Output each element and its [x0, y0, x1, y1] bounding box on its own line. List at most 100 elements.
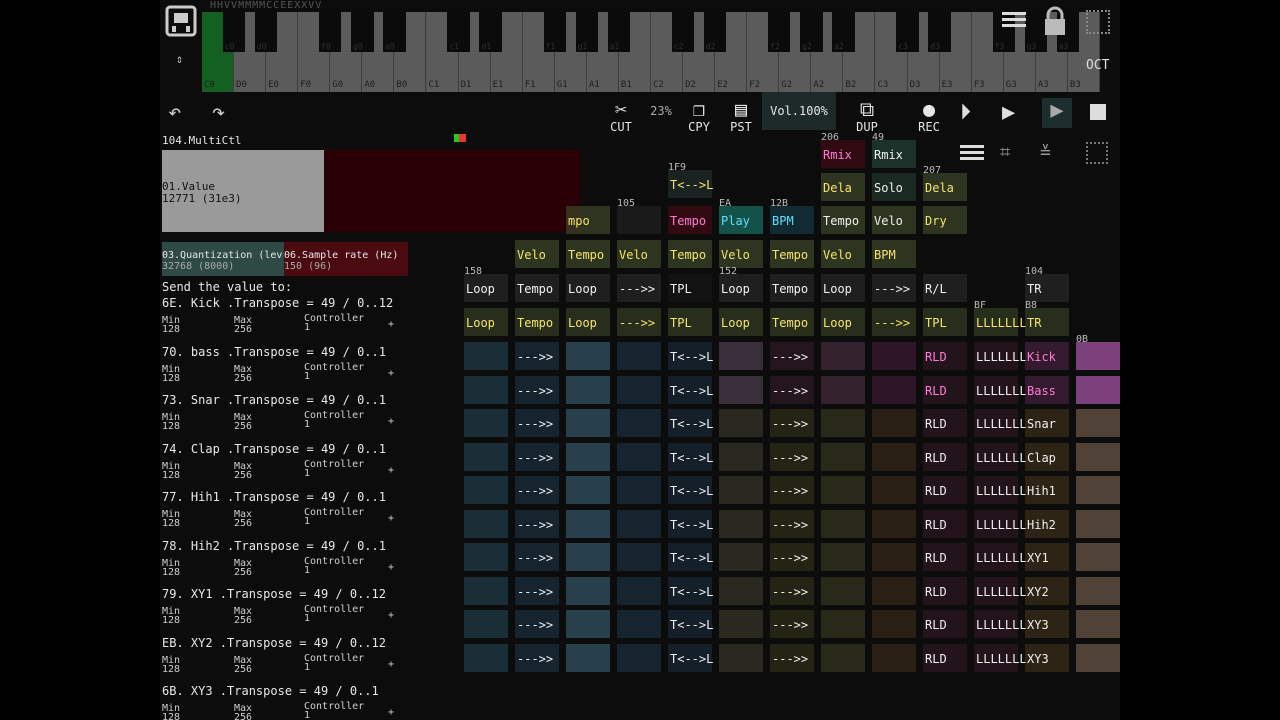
module-cell[interactable]: BPM [872, 240, 916, 268]
module-cell[interactable]: XY1 [1025, 543, 1069, 571]
module-cell[interactable]: B8 TR [1025, 300, 1069, 336]
module-cell[interactable] [1076, 509, 1120, 538]
module-cell[interactable]: EA Play [719, 198, 763, 234]
module-cell[interactable] [566, 576, 610, 605]
module-cell[interactable]: Kick [1025, 342, 1069, 370]
module-cell[interactable]: Loop [821, 274, 865, 302]
module-cell[interactable]: Velo [872, 206, 916, 234]
module-cell[interactable]: XY3 [1025, 610, 1069, 638]
controller-label[interactable]: Controller [304, 362, 364, 372]
module-cell[interactable]: Snar [1025, 409, 1069, 437]
max-value[interactable]: 256 [234, 616, 252, 626]
module-cell[interactable] [1076, 476, 1120, 504]
module-cell[interactable]: --->> [770, 643, 814, 672]
min-value[interactable]: 128 [162, 664, 180, 674]
value-slider[interactable]: 01.Value 12771 (31e3) [162, 150, 324, 232]
max-value[interactable]: 256 [234, 519, 252, 529]
module-cell[interactable]: 49 Rmix [872, 132, 916, 168]
target-row[interactable]: 73. Snar .Transpose = 49 / 0..1 [162, 393, 386, 407]
module-cell[interactable]: Clap [1025, 442, 1069, 471]
module-cell[interactable]: LLLLLLL [974, 476, 1027, 504]
module-grid[interactable]: 206 Rmix 49 Rmix 1F9 T<-->L Dela Solo 207 Dela 105… [460, 132, 1120, 680]
module-cell[interactable] [872, 543, 916, 571]
module-cell[interactable] [719, 543, 763, 571]
module-cell[interactable]: --->> [515, 476, 559, 504]
module-cell[interactable] [617, 543, 661, 571]
module-cell[interactable] [821, 442, 865, 471]
module-cell[interactable] [1076, 442, 1120, 471]
module-cell[interactable]: --->> [770, 576, 814, 605]
module-cell[interactable] [617, 476, 661, 504]
module-cell[interactable] [1076, 643, 1120, 672]
min-value[interactable]: 128 [162, 519, 180, 529]
module-cell[interactable]: --->> [770, 342, 814, 370]
module-cell[interactable]: RLD [923, 442, 967, 471]
max-value[interactable]: 256 [234, 373, 252, 383]
module-cell[interactable] [464, 509, 508, 538]
module-cell[interactable] [872, 643, 916, 672]
module-cell[interactable]: XY2 [1025, 576, 1069, 605]
module-cell[interactable]: Bass [1025, 375, 1069, 404]
module-cell[interactable]: Tempo [770, 240, 814, 268]
module-cell[interactable]: LLLLLLL [974, 610, 1027, 638]
paste-button[interactable]: ▤ PST [726, 98, 756, 134]
module-cell[interactable] [566, 610, 610, 638]
module-cell[interactable] [617, 375, 661, 404]
module-cell[interactable] [872, 610, 916, 638]
module-cell[interactable]: Tempo [668, 240, 712, 268]
module-cell[interactable]: RLD [923, 476, 967, 504]
module-cell[interactable] [872, 442, 916, 471]
module-cell[interactable] [566, 442, 610, 471]
target-row[interactable]: 6E. Kick .Transpose = 49 / 0..12 [162, 296, 393, 310]
module-cell[interactable]: --->> [515, 442, 559, 471]
module-cell[interactable] [719, 610, 763, 638]
module-cell[interactable] [464, 342, 508, 370]
module-cell[interactable]: Loop [464, 308, 508, 336]
module-cell[interactable] [566, 509, 610, 538]
module-cell[interactable]: --->> [770, 375, 814, 404]
max-value[interactable]: 256 [234, 664, 252, 674]
quantization-slider[interactable]: 03.Quantization (lev 32768 (8000) [162, 242, 284, 276]
menu-icon[interactable] [1002, 10, 1026, 34]
scroll-updown-icon[interactable]: ⇕ [176, 52, 183, 66]
module-cell[interactable] [821, 476, 865, 504]
target-row[interactable]: 78. Hih2 .Transpose = 49 / 0..1 [162, 539, 386, 553]
copy-button[interactable]: ❐ CPY [684, 98, 714, 134]
module-cell[interactable] [872, 576, 916, 605]
module-cell[interactable] [719, 342, 763, 370]
min-value[interactable]: 128 [162, 713, 180, 720]
piano-keyboard[interactable]: C0D0E0F0G0A0B0C1D1E1F1G1A1B1C2D2E2F2G2A2… [202, 12, 1100, 92]
module-cell[interactable]: Velo [515, 240, 559, 268]
module-cell[interactable] [719, 442, 763, 471]
module-cell[interactable] [617, 442, 661, 471]
module-cell[interactable] [872, 476, 916, 504]
controller-label[interactable]: Controller [304, 459, 364, 469]
oct-label[interactable]: OCT [1086, 58, 1109, 73]
module-cell[interactable] [617, 643, 661, 672]
module-cell[interactable]: --->> [770, 409, 814, 437]
module-cell[interactable]: Velo [719, 240, 763, 268]
module-cell[interactable]: LLLLLLL [974, 509, 1027, 538]
module-cell[interactable] [1076, 576, 1120, 605]
min-value[interactable]: 128 [162, 325, 180, 335]
module-cell[interactable] [566, 543, 610, 571]
module-cell[interactable] [719, 643, 763, 672]
module-cell[interactable] [872, 375, 916, 404]
max-value[interactable]: 256 [234, 470, 252, 480]
module-cell[interactable] [566, 476, 610, 504]
module-cell[interactable]: Tempo [566, 240, 610, 268]
module-cell[interactable]: --->> [515, 543, 559, 571]
zoom-button[interactable]: 23% [644, 104, 678, 118]
module-cell[interactable] [617, 342, 661, 370]
module-cell[interactable]: RLD [923, 576, 967, 605]
module-cell[interactable] [566, 342, 610, 370]
controller-label[interactable]: Controller [304, 508, 364, 518]
add-icon[interactable]: + [388, 465, 394, 475]
controller-label[interactable]: Controller [304, 556, 364, 566]
module-cell[interactable] [464, 442, 508, 471]
module-cell[interactable]: RLD [923, 342, 967, 370]
module-cell[interactable] [464, 543, 508, 571]
module-cell[interactable]: --->> [872, 274, 916, 302]
target-row[interactable]: 70. bass .Transpose = 49 / 0..1 [162, 345, 386, 359]
module-cell[interactable]: Tempo [515, 274, 559, 302]
